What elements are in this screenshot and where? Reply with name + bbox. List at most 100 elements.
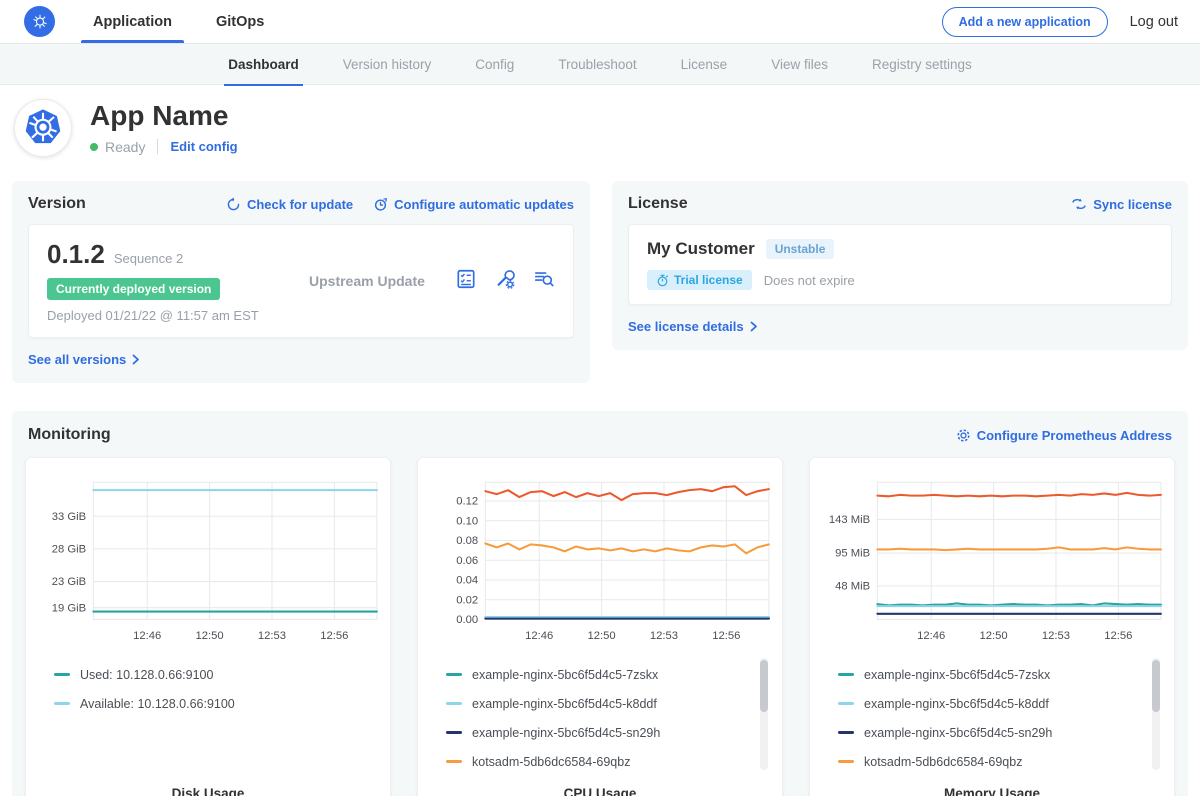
logout-button[interactable]: Log out [1130, 14, 1178, 30]
legend-dash-icon [54, 673, 70, 676]
license-card-title: License [628, 195, 688, 213]
kubernetes-logo-icon[interactable] [24, 6, 55, 37]
disk-usage-title: Disk Usage [34, 786, 382, 796]
svg-text:0.10: 0.10 [456, 515, 478, 527]
nav-tab-application-label: Application [93, 14, 172, 30]
tab-license[interactable]: License [681, 43, 728, 85]
nav-tab-application[interactable]: Application [93, 0, 172, 43]
license-card: License Sync license My Customer Unstabl… [612, 181, 1188, 350]
sequence-label: Sequence 2 [114, 251, 183, 266]
legend-dash-icon [838, 702, 854, 705]
legend-dash-icon [838, 731, 854, 734]
license-details-row: My Customer Unstable Trial license Does … [628, 224, 1172, 305]
view-files-icon[interactable] [533, 268, 555, 295]
memory-usage-tile: 143 MiB95 MiB48 MiB12:4612:5012:5312:56 … [809, 457, 1175, 796]
legend-item: example-nginx-5bc6f5d4c5-sn29h [838, 718, 1140, 747]
configure-automatic-updates-link[interactable]: Configure automatic updates [373, 197, 574, 212]
legend-item: example-nginx-5bc6f5d4c5-k8ddf [838, 689, 1140, 718]
svg-text:33 GiB: 33 GiB [52, 511, 86, 523]
legend-scrollbar-track[interactable] [1152, 658, 1160, 770]
legend-item: example-nginx-5bc6f5d4c5-k8ddf [446, 689, 748, 718]
preflight-checks-icon[interactable] [455, 268, 477, 295]
legend-label: Available: 10.128.0.66:9100 [80, 697, 235, 711]
deployed-badge: Currently deployed version [47, 278, 220, 300]
page-title: App Name [90, 101, 238, 132]
chevron-right-icon [132, 354, 140, 365]
config-values-icon[interactable] [494, 268, 516, 295]
svg-text:12:46: 12:46 [133, 630, 161, 642]
customer-name: My Customer [647, 239, 755, 259]
svg-text:28 GiB: 28 GiB [52, 543, 86, 555]
svg-text:0.08: 0.08 [456, 535, 478, 547]
sync-license-link[interactable]: Sync license [1071, 197, 1172, 212]
tab-version-history[interactable]: Version history [343, 43, 432, 85]
version-card-title: Version [28, 195, 86, 213]
legend-label: kotsadm-5db6dc6584-69qbz [472, 755, 630, 769]
legend-scrollbar-track[interactable] [760, 658, 768, 770]
legend-label: example-nginx-5bc6f5d4c5-k8ddf [864, 697, 1049, 711]
chevron-right-icon [750, 321, 758, 332]
tab-registry-settings[interactable]: Registry settings [872, 43, 972, 85]
legend-dash-icon [446, 673, 462, 676]
legend-label: kotsadm-5db6dc6584-69qbz [864, 755, 1022, 769]
svg-text:12:56: 12:56 [320, 630, 348, 642]
legend-label: example-nginx-5bc6f5d4c5-sn29h [472, 726, 660, 740]
memory-usage-title: Memory Usage [818, 786, 1166, 796]
legend-scrollbar-thumb[interactable] [760, 660, 768, 712]
see-all-versions-link[interactable]: See all versions [28, 352, 140, 367]
cpu-usage-chart: 0.120.100.080.060.040.020.0012:4612:5012… [426, 470, 774, 646]
tab-dashboard[interactable]: Dashboard [228, 43, 299, 85]
app-header: App Name Ready Edit config [0, 85, 1200, 173]
svg-text:12:53: 12:53 [258, 630, 286, 642]
monitoring-panel: Monitoring Configure Prometheus Address … [12, 411, 1188, 796]
license-type-label: Trial license [674, 273, 743, 287]
legend-dash-icon [446, 702, 462, 705]
tab-view-files[interactable]: View files [771, 43, 828, 85]
svg-text:12:53: 12:53 [1042, 630, 1070, 642]
legend-label: example-nginx-5bc6f5d4c5-7zskx [472, 668, 658, 682]
app-tab-bar: Dashboard Version history Config Trouble… [0, 43, 1200, 85]
update-source-label: Upstream Update [309, 273, 455, 289]
edit-config-link[interactable]: Edit config [170, 139, 237, 154]
see-license-details-link[interactable]: See license details [628, 319, 758, 334]
legend-scrollbar-thumb[interactable] [1152, 660, 1160, 712]
cpu-usage-legend: example-nginx-5bc6f5d4c5-7zskx example-ng… [426, 656, 774, 776]
timer-icon [656, 274, 669, 287]
version-card: Version Check for update Configure autom… [12, 181, 590, 383]
see-all-versions-label: See all versions [28, 352, 126, 367]
svg-text:0.12: 0.12 [456, 496, 478, 508]
svg-text:143 MiB: 143 MiB [829, 514, 870, 526]
gear-icon [956, 428, 971, 443]
check-for-update-link[interactable]: Check for update [226, 197, 353, 212]
disk-usage-chart: 33 GiB28 GiB23 GiB19 GiB12:4612:5012:531… [34, 470, 382, 646]
svg-text:12:50: 12:50 [588, 630, 616, 642]
top-navbar: Application GitOps Add a new application… [0, 0, 1200, 43]
add-application-button[interactable]: Add a new application [942, 7, 1108, 37]
cpu-usage-tile: 0.120.100.080.060.040.020.0012:4612:5012… [417, 457, 783, 796]
svg-text:95 MiB: 95 MiB [835, 548, 870, 560]
configure-automatic-updates-label: Configure automatic updates [394, 197, 574, 212]
configure-prometheus-label: Configure Prometheus Address [977, 428, 1172, 443]
refresh-icon [226, 197, 241, 212]
status-badge: Ready [105, 139, 145, 155]
legend-item: example-nginx-5bc6f5d4c5-7zskx [838, 660, 1140, 689]
nav-tab-gitops[interactable]: GitOps [216, 0, 264, 43]
svg-text:12:56: 12:56 [1104, 630, 1132, 642]
configure-prometheus-link[interactable]: Configure Prometheus Address [956, 428, 1172, 443]
license-type-badge: Trial license [647, 270, 752, 290]
legend-label: example-nginx-5bc6f5d4c5-sn29h [864, 726, 1052, 740]
sync-icon [1071, 197, 1087, 211]
memory-usage-chart: 143 MiB95 MiB48 MiB12:4612:5012:5312:56 [818, 470, 1166, 646]
tab-config[interactable]: Config [475, 43, 514, 85]
svg-text:12:56: 12:56 [712, 630, 740, 642]
svg-text:0.06: 0.06 [456, 555, 478, 567]
tab-troubleshoot[interactable]: Troubleshoot [558, 43, 636, 85]
svg-text:12:50: 12:50 [196, 630, 224, 642]
legend-label: Used: 10.128.0.66:9100 [80, 668, 213, 682]
svg-text:23 GiB: 23 GiB [52, 576, 86, 588]
legend-dash-icon [838, 673, 854, 676]
memory-usage-legend: example-nginx-5bc6f5d4c5-7zskx example-ng… [818, 656, 1166, 776]
monitoring-title: Monitoring [28, 426, 111, 444]
svg-text:12:53: 12:53 [650, 630, 678, 642]
divider [157, 139, 158, 154]
